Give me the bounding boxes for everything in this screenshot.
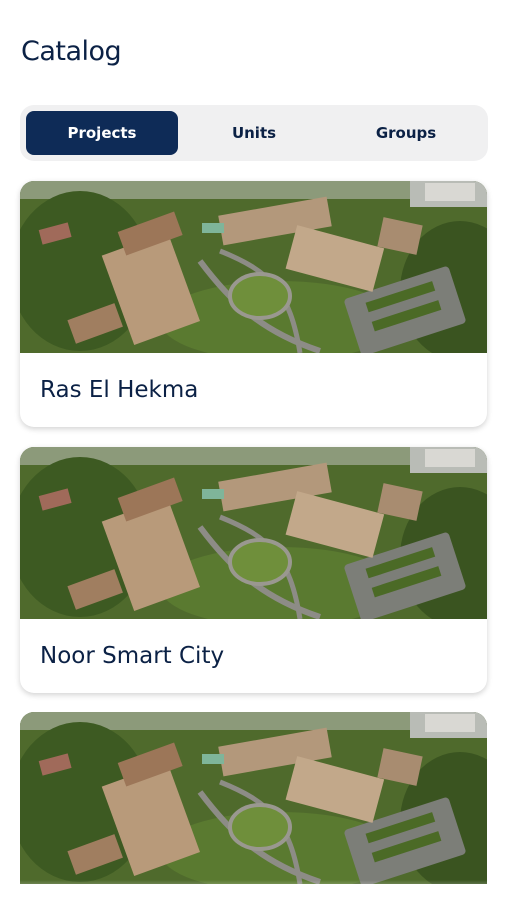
project-card[interactable]	[20, 712, 487, 900]
screen: Catalog Projects Units Groups Ras El Hek…	[0, 0, 506, 900]
tab-units[interactable]: Units	[178, 111, 330, 155]
project-image	[20, 181, 487, 353]
project-image	[20, 447, 487, 619]
scroll-fade	[20, 880, 487, 900]
project-image	[20, 712, 487, 884]
tab-groups[interactable]: Groups	[330, 111, 482, 155]
page-title: Catalog	[21, 36, 122, 67]
project-name: Noor Smart City	[40, 643, 225, 669]
project-card[interactable]: Ras El Hekma	[20, 181, 487, 427]
segmented-control: Projects Units Groups	[20, 105, 488, 161]
project-name: Ras El Hekma	[40, 377, 199, 403]
project-card[interactable]: Noor Smart City	[20, 447, 487, 693]
tab-projects[interactable]: Projects	[26, 111, 178, 155]
